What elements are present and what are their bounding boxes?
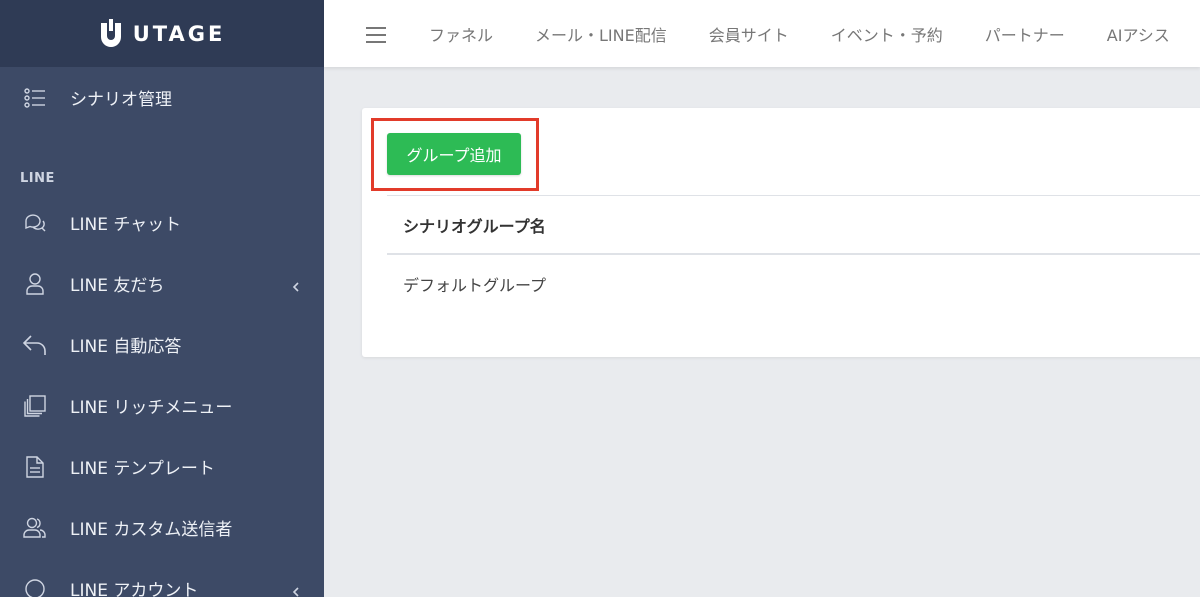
sidebar-item-line-autoreply[interactable]: LINE 自動応答 bbox=[0, 314, 324, 375]
table-row[interactable]: デフォルトグループ bbox=[387, 255, 1200, 313]
users-icon bbox=[22, 515, 48, 541]
sidebar-item-label: LINE 自動応答 bbox=[70, 337, 182, 357]
list-icon bbox=[22, 85, 48, 111]
chevron-left-icon bbox=[292, 583, 302, 597]
tab-mail-line[interactable]: メール・LINE配信 bbox=[535, 22, 667, 46]
scenario-group-card: グループ追加 シナリオグループ名 デフォルトグループ bbox=[362, 108, 1200, 357]
user-icon bbox=[22, 271, 48, 297]
logo[interactable]: UTAGE bbox=[0, 0, 324, 67]
scenario-group-table: シナリオグループ名 デフォルトグループ bbox=[387, 195, 1200, 313]
chat-icon bbox=[22, 210, 48, 236]
reply-icon bbox=[22, 332, 48, 358]
layers-icon bbox=[22, 393, 48, 419]
sidebar-item-line-template[interactable]: LINE テンプレート bbox=[0, 436, 324, 497]
sidebar-item-label: LINE アカウント bbox=[70, 581, 199, 597]
sidebar-item-label: LINE 友だち bbox=[70, 276, 165, 296]
sidebar-item-label: LINE カスタム送信者 bbox=[70, 520, 233, 540]
tab-event-reservation[interactable]: イベント・予約 bbox=[831, 22, 943, 46]
circle-icon bbox=[22, 576, 48, 597]
sidebar-item-line-account[interactable]: LINE アカウント bbox=[0, 558, 324, 597]
sidebar: UTAGE シナリオ管理 LINE LINE チャット LINE 友だち LIN… bbox=[0, 0, 324, 597]
section-title-line: LINE bbox=[20, 171, 55, 186]
sidebar-item-line-richmenu[interactable]: LINE リッチメニュー bbox=[0, 375, 324, 436]
hamburger-menu-icon[interactable] bbox=[366, 26, 388, 45]
tab-partner[interactable]: パートナー bbox=[985, 22, 1065, 46]
table-header: シナリオグループ名 bbox=[387, 195, 1200, 255]
document-icon bbox=[22, 454, 48, 480]
sidebar-item-label: LINE テンプレート bbox=[70, 459, 215, 479]
sidebar-item-label: LINE リッチメニュー bbox=[70, 398, 233, 418]
sidebar-item-line-custom-sender[interactable]: LINE カスタム送信者 bbox=[0, 497, 324, 558]
utage-logo-icon bbox=[99, 18, 123, 49]
add-group-button[interactable]: グループ追加 bbox=[387, 133, 521, 175]
sidebar-item-label: シナリオ管理 bbox=[70, 90, 172, 110]
tab-ai-assistant[interactable]: AIアシス bbox=[1107, 22, 1170, 46]
top-navigation: ファネル メール・LINE配信 会員サイト イベント・予約 パートナー AIアシ… bbox=[324, 0, 1200, 67]
sidebar-item-line-chat[interactable]: LINE チャット bbox=[0, 192, 324, 253]
sidebar-item-scenario[interactable]: シナリオ管理 bbox=[0, 67, 324, 128]
chevron-left-icon bbox=[292, 278, 302, 292]
sidebar-item-label: LINE チャット bbox=[70, 215, 182, 235]
tab-funnel[interactable]: ファネル bbox=[429, 22, 493, 46]
tab-member-site[interactable]: 会員サイト bbox=[709, 22, 789, 46]
brand-name: UTAGE bbox=[132, 21, 226, 46]
sidebar-item-line-friends[interactable]: LINE 友だち bbox=[0, 253, 324, 314]
